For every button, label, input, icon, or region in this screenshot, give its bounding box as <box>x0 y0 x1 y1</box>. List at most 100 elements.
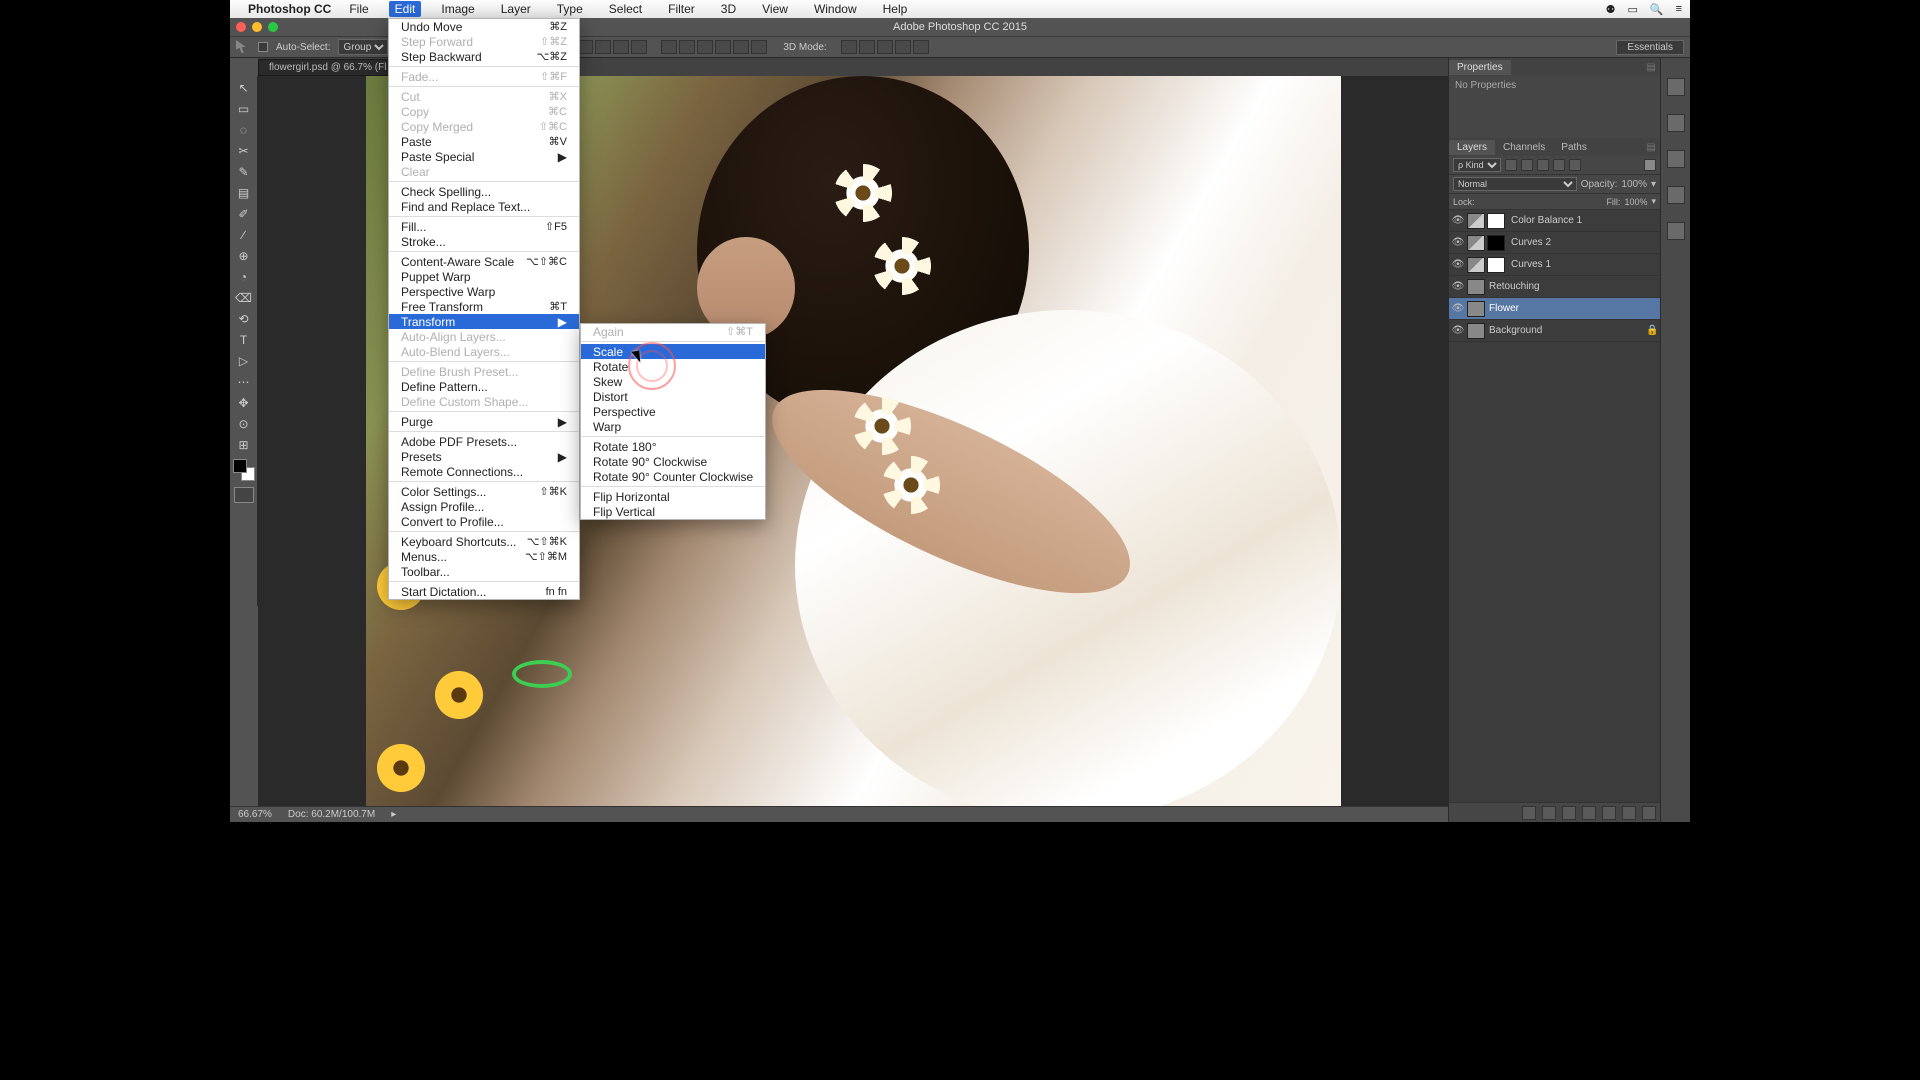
menu-item[interactable]: Presets▶ <box>389 449 579 464</box>
tool-button[interactable]: ▤ <box>232 183 256 203</box>
visibility-eye-icon[interactable]: 👁 <box>1449 281 1467 292</box>
distribute-button[interactable] <box>661 40 677 54</box>
submenu-item[interactable]: Rotate <box>581 359 765 374</box>
layer-thumbnail-icon[interactable] <box>1467 279 1485 295</box>
align-top-button[interactable] <box>595 40 611 54</box>
tab-paths[interactable]: Paths <box>1553 140 1595 155</box>
swatches-panel-icon[interactable] <box>1667 186 1685 204</box>
distribute-button[interactable] <box>751 40 767 54</box>
visibility-eye-icon[interactable]: 👁 <box>1449 259 1467 270</box>
tool-button[interactable]: ✎ <box>232 162 256 182</box>
menubar-item-type[interactable]: Type <box>551 1 589 17</box>
zoom-level[interactable]: 66.67% <box>238 809 272 820</box>
layer-name[interactable]: Flower <box>1487 303 1660 314</box>
visibility-eye-icon[interactable]: 👁 <box>1449 325 1467 336</box>
menu-item[interactable]: Paste⌘V <box>389 134 579 149</box>
doc-size[interactable]: Doc: 60.2M/100.7M <box>288 809 375 820</box>
tool-button[interactable]: ⊕ <box>232 246 256 266</box>
menubar-item-view[interactable]: View <box>756 1 794 17</box>
menu-item[interactable]: Stroke... <box>389 234 579 249</box>
menubar-item-select[interactable]: Select <box>603 1 648 17</box>
minimize-window-icon[interactable] <box>252 22 262 32</box>
menu-extras-icon[interactable]: ≡ <box>1676 3 1682 15</box>
tool-button[interactable]: ⊙ <box>232 414 256 434</box>
distribute-button[interactable] <box>679 40 695 54</box>
filter-shape-icon[interactable] <box>1553 159 1565 171</box>
submenu-item[interactable]: Skew <box>581 374 765 389</box>
submenu-item[interactable]: Flip Horizontal <box>581 489 765 504</box>
mode-3d-pan-button[interactable] <box>877 40 893 54</box>
tool-button[interactable]: T <box>232 330 256 350</box>
menu-item[interactable]: Fill...⇧F5 <box>389 219 579 234</box>
submenu-item[interactable]: Scale <box>581 344 765 359</box>
history-panel-icon[interactable] <box>1667 78 1685 96</box>
mode-3d-zoom-button[interactable] <box>913 40 929 54</box>
tool-button[interactable]: ⌫ <box>232 288 256 308</box>
layer-row[interactable]: 👁 Curves 1 <box>1449 254 1660 276</box>
submenu-item[interactable]: Perspective <box>581 404 765 419</box>
layer-thumbnail-icon[interactable] <box>1467 235 1485 251</box>
filter-pixel-icon[interactable] <box>1505 159 1517 171</box>
layer-row[interactable]: 👁Retouching <box>1449 276 1660 298</box>
submenu-item[interactable]: Rotate 90° Counter Clockwise <box>581 469 765 484</box>
distribute-button[interactable] <box>697 40 713 54</box>
menu-item[interactable]: Assign Profile... <box>389 499 579 514</box>
spotlight-icon[interactable]: 🔍 <box>1650 3 1664 16</box>
mode-3d-slide-button[interactable] <box>895 40 911 54</box>
menu-item[interactable]: Undo Move⌘Z <box>389 19 579 34</box>
layer-mask-thumbnail-icon[interactable] <box>1487 257 1505 273</box>
fill-value[interactable]: 100% <box>1624 197 1647 207</box>
menubar-item-window[interactable]: Window <box>808 1 863 17</box>
menubar-item-help[interactable]: Help <box>877 1 914 17</box>
menu-item[interactable]: Paste Special▶ <box>389 149 579 164</box>
tool-button[interactable]: ▭ <box>232 99 256 119</box>
zoom-window-icon[interactable] <box>268 22 278 32</box>
close-window-icon[interactable] <box>236 22 246 32</box>
mode-3d-roll-button[interactable] <box>859 40 875 54</box>
menu-item[interactable]: Remote Connections... <box>389 464 579 479</box>
menu-item[interactable]: Color Settings...⇧⌘K <box>389 484 579 499</box>
link-layers-icon[interactable] <box>1522 806 1536 820</box>
tool-button[interactable]: ✥ <box>232 393 256 413</box>
layer-mask-thumbnail-icon[interactable] <box>1487 235 1505 251</box>
tool-button[interactable]: ⊞ <box>232 435 256 455</box>
menubar-item-3d[interactable]: 3D <box>715 1 742 17</box>
menu-item[interactable]: Menus...⌥⇧⌘M <box>389 549 579 564</box>
document-tab[interactable]: flowergirl.psd @ 66.7% (Fl × <box>258 59 409 76</box>
workspace-switcher[interactable]: Essentials <box>1616 40 1684 55</box>
new-adjustment-icon[interactable] <box>1582 806 1596 820</box>
submenu-item[interactable]: Distort <box>581 389 765 404</box>
menubar-item-filter[interactable]: Filter <box>662 1 701 17</box>
blend-mode-dropdown[interactable]: Normal <box>1453 177 1577 191</box>
submenu-item[interactable]: Rotate 180° <box>581 439 765 454</box>
menu-item[interactable]: Content-Aware Scale⌥⇧⌘C <box>389 254 579 269</box>
info-panel-icon[interactable] <box>1667 150 1685 168</box>
tab-layers[interactable]: Layers <box>1449 140 1495 155</box>
filter-smart-icon[interactable] <box>1569 159 1581 171</box>
layer-row[interactable]: 👁Background🔒 <box>1449 320 1660 342</box>
move-tool-icon[interactable] <box>236 40 250 54</box>
actions-panel-icon[interactable] <box>1667 114 1685 132</box>
foreground-background-colors[interactable] <box>233 459 255 481</box>
layer-name[interactable]: Color Balance 1 <box>1509 215 1660 226</box>
layer-name[interactable]: Curves 1 <box>1509 259 1660 270</box>
tool-button[interactable]: ✂ <box>232 141 256 161</box>
layer-filter-kind[interactable]: ρ Kind <box>1453 158 1501 172</box>
menu-item[interactable]: Puppet Warp <box>389 269 579 284</box>
menu-item[interactable]: Keyboard Shortcuts...⌥⇧⌘K <box>389 534 579 549</box>
delete-layer-icon[interactable] <box>1642 806 1656 820</box>
layer-name[interactable]: Curves 2 <box>1509 237 1660 248</box>
tool-button[interactable]: ↖ <box>232 78 256 98</box>
tool-button[interactable]: ∕ <box>232 225 256 245</box>
menu-item[interactable]: Purge▶ <box>389 414 579 429</box>
status-arrow-icon[interactable]: ▸ <box>391 809 396 820</box>
menu-item[interactable]: Define Pattern... <box>389 379 579 394</box>
filter-toggle-icon[interactable] <box>1644 159 1656 171</box>
submenu-item[interactable]: Rotate 90° Clockwise <box>581 454 765 469</box>
tool-button[interactable]: ◌ <box>232 120 256 140</box>
menu-item[interactable]: Perspective Warp <box>389 284 579 299</box>
layer-mask-thumbnail-icon[interactable] <box>1487 213 1505 229</box>
menu-item[interactable]: Find and Replace Text... <box>389 199 579 214</box>
tool-button[interactable]: ⟲ <box>232 309 256 329</box>
auto-select-checkbox[interactable] <box>258 42 268 52</box>
